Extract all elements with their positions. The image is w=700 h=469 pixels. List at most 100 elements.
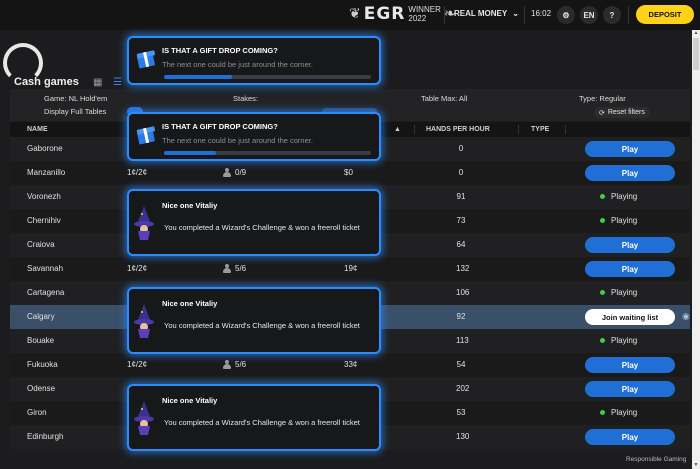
table-name: Fukuoka — [27, 360, 58, 369]
responsible-gaming-link[interactable]: Responsible Gaming — [626, 456, 686, 463]
play-button[interactable]: Play — [585, 141, 675, 157]
play-button[interactable]: Play — [585, 381, 675, 397]
column-divider — [414, 125, 415, 134]
toast-title: Nice one Vitaliy — [162, 299, 218, 308]
wizard-challenge-toast[interactable]: Nice one Vitaliy You completed a Wizard'… — [127, 189, 381, 256]
play-button[interactable]: Play — [585, 429, 675, 445]
sort-arrow-icon[interactable]: ▲ — [394, 126, 401, 133]
egr-logo: EGR — [363, 4, 406, 24]
wizard-icon — [134, 401, 154, 435]
players-count: 5/6 — [235, 264, 247, 273]
gift-progress-bar — [164, 75, 371, 79]
avg-pot-cell: $0 — [344, 168, 353, 177]
gift-progress-bar — [164, 151, 371, 155]
status-dot-icon — [600, 218, 605, 223]
stakes-cell: 1¢/2¢ — [127, 264, 148, 273]
hands-per-hour-cell: 53 — [456, 408, 466, 417]
hands-per-hour-cell: 132 — [456, 264, 470, 273]
players-cell: 0/9 — [223, 168, 246, 177]
grid-view-icon[interactable]: ▦ — [93, 77, 102, 88]
game-filter[interactable]: Game: NL Hold'em — [44, 94, 107, 103]
play-button[interactable]: Play — [585, 261, 675, 277]
col-hands-header[interactable]: HANDS PER HOUR — [426, 126, 490, 133]
gift-box-icon — [136, 126, 156, 145]
deposit-button[interactable]: DEPOSIT — [636, 5, 694, 24]
table-row[interactable]: Savannah 1¢/2¢ 5/6 19¢ 132 Play — [10, 257, 690, 281]
col-name-header[interactable]: NAME — [27, 126, 48, 133]
table-name: Savannah — [27, 264, 64, 273]
table-name: Cartagena — [27, 288, 65, 297]
gift-progress-fill — [164, 75, 233, 79]
playing-label: Playing — [611, 408, 638, 417]
playing-label: Playing — [611, 288, 638, 297]
list-view-icon[interactable]: ☰ — [113, 77, 122, 88]
chevron-down-icon: ⌄ — [512, 9, 519, 18]
playing-status: Playing — [600, 216, 637, 225]
hands-per-hour-cell: 92 — [456, 312, 466, 321]
reset-filters-label: Reset filters — [607, 109, 645, 116]
toast-title: IS THAT A GIFT DROP COMING? — [162, 46, 278, 55]
top-bar: ❦ EGR WINNER 2022 ❧ REAL MONEY ⌄ 16:02 ⚙… — [0, 0, 700, 30]
hands-per-hour-cell: 54 — [456, 360, 466, 369]
status-dot-icon — [600, 290, 605, 295]
scrollbar-thumb[interactable] — [693, 38, 699, 70]
divider — [444, 6, 445, 24]
gift-drop-toast[interactable]: IS THAT A GIFT DROP COMING? The next one… — [127, 112, 381, 161]
money-mode-dropdown[interactable]: REAL MONEY ⌄ — [454, 9, 519, 18]
table-name: Chernihiv — [27, 216, 61, 225]
playing-status: Playing — [600, 288, 637, 297]
person-icon — [223, 360, 231, 369]
laurel-left-icon: ❦ — [349, 6, 361, 22]
hands-per-hour-cell: 0 — [458, 144, 464, 153]
hands-per-hour-cell: 106 — [456, 288, 470, 297]
divider — [524, 6, 525, 24]
reset-filters-button[interactable]: ⟳ Reset filters — [594, 107, 650, 118]
play-button[interactable]: Play — [585, 237, 675, 253]
person-icon — [223, 168, 231, 177]
refresh-icon: ⟳ — [599, 109, 605, 117]
gift-progress-fill — [164, 151, 216, 155]
scroll-down-icon[interactable]: ▼ — [692, 462, 700, 469]
wizard-challenge-toast[interactable]: Nice one Vitaliy You completed a Wizard'… — [127, 384, 381, 451]
stakes-cell: 1¢/2¢ — [127, 360, 148, 369]
hands-per-hour-cell: 73 — [456, 216, 466, 225]
display-full-tables-label: Display Full Tables — [44, 107, 107, 116]
players-count: 5/6 — [235, 360, 247, 369]
eye-icon[interactable]: ◉ — [682, 311, 690, 322]
play-button[interactable]: Play — [585, 165, 675, 181]
table-name: Odense — [27, 384, 56, 393]
playing-status: Playing — [600, 192, 637, 201]
egr-award-badge: ❦ EGR WINNER 2022 ❧ — [349, 4, 456, 24]
table-row[interactable]: Manzanillo 1¢/2¢ 0/9 $0 0 Play — [10, 161, 690, 185]
toast-subtitle: The next one could be just around the co… — [162, 60, 313, 69]
stakes-cell: 1¢/2¢ — [127, 168, 148, 177]
table-name: Craiova — [27, 240, 55, 249]
play-button[interactable]: Play — [585, 357, 675, 373]
toast-body: You completed a Wizard's Challenge & won… — [164, 223, 360, 232]
help-button[interactable]: ? — [603, 6, 621, 24]
hands-per-hour-cell: 113 — [456, 336, 469, 345]
players-cell: 5/6 — [223, 360, 246, 369]
gift-box-icon — [136, 50, 156, 69]
gear-icon: ⚙ — [562, 10, 570, 20]
gift-drop-toast[interactable]: IS THAT A GIFT DROP COMING? The next one… — [127, 36, 381, 85]
table-name: Giron — [27, 408, 47, 417]
wizard-challenge-toast[interactable]: Nice one Vitaliy You completed a Wizard'… — [127, 287, 381, 354]
language-button[interactable]: EN — [580, 6, 598, 24]
playing-label: Playing — [611, 336, 638, 345]
join-waiting-list-button[interactable]: Join waiting list — [585, 309, 675, 325]
status-dot-icon — [600, 194, 605, 199]
type-filter[interactable]: Type: Regular — [579, 94, 626, 103]
settings-button[interactable]: ⚙ — [557, 6, 575, 24]
col-type-header[interactable]: TYPE — [531, 126, 549, 133]
scrollbar[interactable] — [692, 30, 700, 469]
status-dot-icon — [600, 338, 605, 343]
hands-per-hour-cell: 202 — [456, 384, 470, 393]
stakes-filter[interactable]: Stakes: — [233, 94, 258, 103]
scroll-up-icon[interactable]: ▲ — [692, 30, 700, 37]
hands-per-hour-cell: 64 — [456, 240, 466, 249]
page-title: Cash games — [14, 76, 79, 88]
table-row[interactable]: Fukuoka 1¢/2¢ 5/6 33¢ 54 Play — [10, 353, 690, 377]
table-max-filter[interactable]: Table Max: All — [421, 94, 467, 103]
table-name: Edinburgh — [27, 432, 64, 441]
